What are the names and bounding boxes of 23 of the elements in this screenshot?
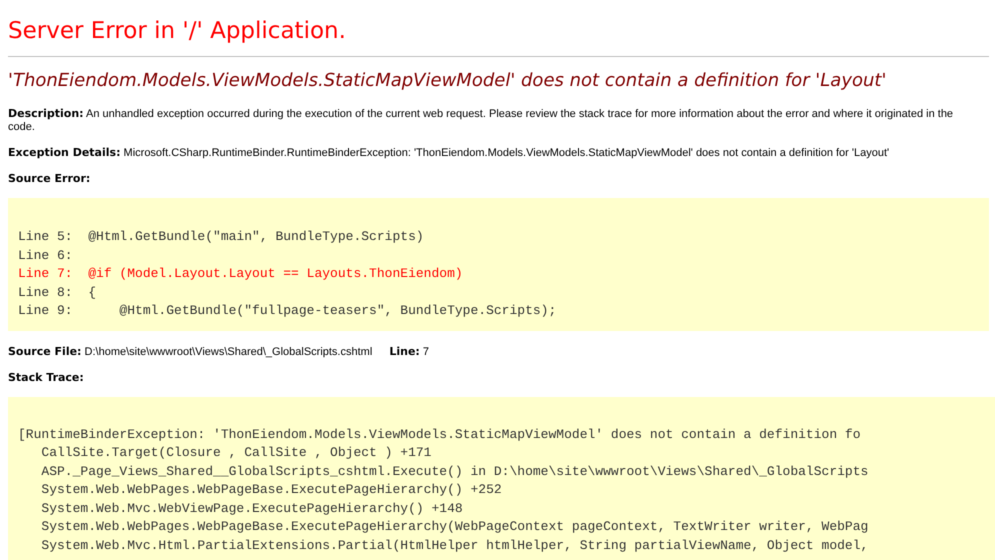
stack-trace-line: System.Web.WebPages.WebPageBase.ExecutePageHierarchy() +252 xyxy=(40,481,502,499)
description-text: Description: An unhandled exception occurred during the execution of the current web request. Please review the stack trace for more information about the error and where it originated in the code. xyxy=(8,107,954,134)
code-line: Line 5: @Html.GetBundle("main", BundleType.Scripts) xyxy=(18,228,424,246)
code-line: Line 8: { xyxy=(18,284,96,302)
stack-trace-line: System.Web.Mvc.Html.PartialExtensions.Partial(HtmlHelper htmlHelper, String partialViewName, Object model, xyxy=(40,536,868,554)
stack-trace-line: [RuntimeBinderException: 'ThonEiendom.Models.ViewModels.StaticMapViewModel' does not contain a definition fo xyxy=(18,426,861,444)
stack-trace-line: System.Web.WebPages.WebPageBase.ExecutePageHierarchy(WebPageContext pageContext, TextWriter writer, WebPag xyxy=(40,518,868,536)
line-label: Line: xyxy=(389,344,420,358)
code-line: Line 9: @Html.GetBundle("fullpage-teasers", BundleType.Scripts); xyxy=(18,302,556,320)
stack-trace-line: ASP._Page_Views_Shared__GlobalScripts_cshtml.Execute() in D:\home\site\wwwroot\Views\Shared\_GlobalScripts xyxy=(40,462,868,480)
error-heading: 'ThonEiendom.Models.ViewModels.StaticMapViewModel' does not contain a definition for 'Layout' xyxy=(8,69,888,93)
stack-trace-label: Stack Trace: xyxy=(8,370,84,384)
stack-trace-line: System.Web.Mvc.WebViewPage.ExecutePageHierarchy() +148 xyxy=(40,500,463,518)
source-file-label: Source File: xyxy=(8,344,82,358)
page-title: Server Error in '/' Application. xyxy=(8,17,347,45)
stack-trace-line: CallSite.Target(Closure , CallSite , Object ) +171 xyxy=(40,444,432,462)
source-error-label: Source Error: xyxy=(8,172,90,185)
code-line: Line 7: @if (Model.Layout.Layout == Layouts.ThonEiendom) xyxy=(18,265,463,283)
code-line: Line 6: xyxy=(18,246,73,264)
exception-details-text: Microsoft.CSharp.RuntimeBinder.RuntimeBinderException: 'ThonEiendom.Models.ViewModels.StaticMapViewModel' does not contain a definition for 'Layout' xyxy=(124,147,890,159)
line-number: 7 xyxy=(422,346,430,358)
source-file-path: D:\home\site\wwwroot\Views\Shared\_GlobalScripts.cshtml xyxy=(84,346,372,358)
exception-details-label: Exception Details: xyxy=(8,146,120,159)
